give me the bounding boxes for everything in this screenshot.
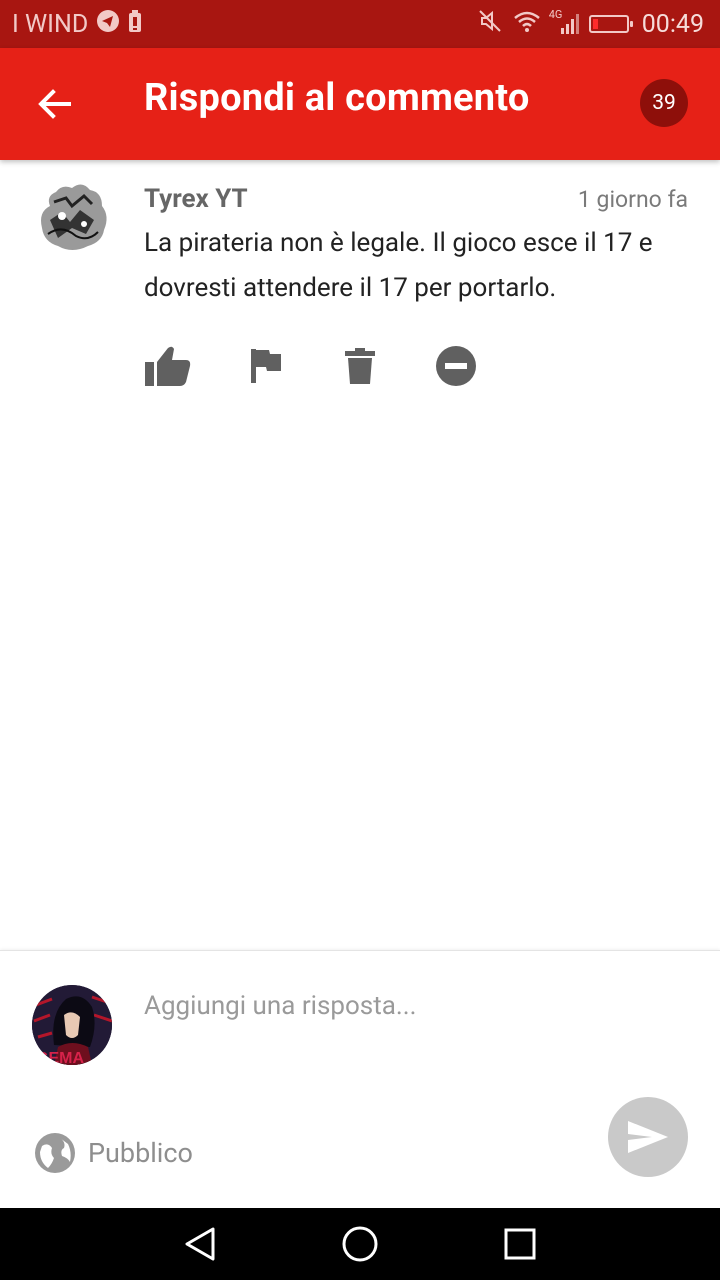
- thumbs-up-icon: [145, 346, 191, 386]
- home-circle-icon: [342, 1226, 378, 1262]
- comment-timestamp: 1 giorno fa: [577, 186, 688, 213]
- network-type-label: 4G: [548, 8, 563, 21]
- status-bar: I WIND 4G 00:49: [0, 0, 720, 48]
- system-navigation-bar: [0, 1208, 720, 1280]
- visibility-label: Pubblico: [88, 1137, 193, 1169]
- avatar-watermark: GEMA: [36, 1050, 84, 1065]
- reply-input[interactable]: [144, 981, 684, 1031]
- send-icon: [628, 1121, 668, 1153]
- battery-icon: [588, 15, 633, 33]
- nav-recents-button[interactable]: [498, 1222, 542, 1266]
- like-button[interactable]: [144, 342, 192, 390]
- nav-home-button[interactable]: [338, 1222, 382, 1266]
- comment-actions: [144, 342, 504, 390]
- comment-author-avatar[interactable]: [32, 176, 112, 256]
- trash-icon: [345, 348, 375, 384]
- mute-icon: [477, 8, 503, 41]
- status-right: 4G 00:49: [477, 8, 704, 41]
- signal-icon: 4G: [549, 8, 579, 36]
- recents-square-icon: [504, 1228, 536, 1260]
- app-bar: Rispondi al commento 39: [0, 48, 720, 160]
- back-triangle-icon: [185, 1227, 215, 1261]
- reply-composer: GEMA Pubblico: [0, 950, 720, 1208]
- comment-text: La pirateria non è legale. Il gioco esce…: [144, 228, 653, 303]
- delete-button[interactable]: [336, 342, 384, 390]
- nav-back-button[interactable]: [178, 1222, 222, 1266]
- comment-author[interactable]: Tyrex YT: [144, 184, 248, 214]
- carrier-label: I WIND: [12, 9, 89, 39]
- arrow-back-icon: [38, 89, 71, 119]
- telegram-icon: [96, 9, 120, 40]
- flag-icon: [251, 349, 281, 383]
- wifi-icon: [513, 9, 541, 40]
- back-button[interactable]: [26, 78, 82, 130]
- notification-count-badge[interactable]: 39: [640, 79, 688, 127]
- page-title: Rispondi al commento: [144, 76, 530, 120]
- report-button[interactable]: [241, 342, 289, 390]
- send-button[interactable]: [608, 1097, 688, 1177]
- status-time: 00:49: [641, 9, 704, 39]
- hide-button[interactable]: [432, 342, 480, 390]
- visibility-selector[interactable]: Pubblico: [34, 1131, 193, 1175]
- user-avatar[interactable]: GEMA: [32, 985, 112, 1065]
- battery-saver-icon: [128, 9, 142, 40]
- globe-icon: [35, 1133, 75, 1173]
- status-left: I WIND: [12, 9, 142, 40]
- remove-circle-icon: [436, 346, 476, 386]
